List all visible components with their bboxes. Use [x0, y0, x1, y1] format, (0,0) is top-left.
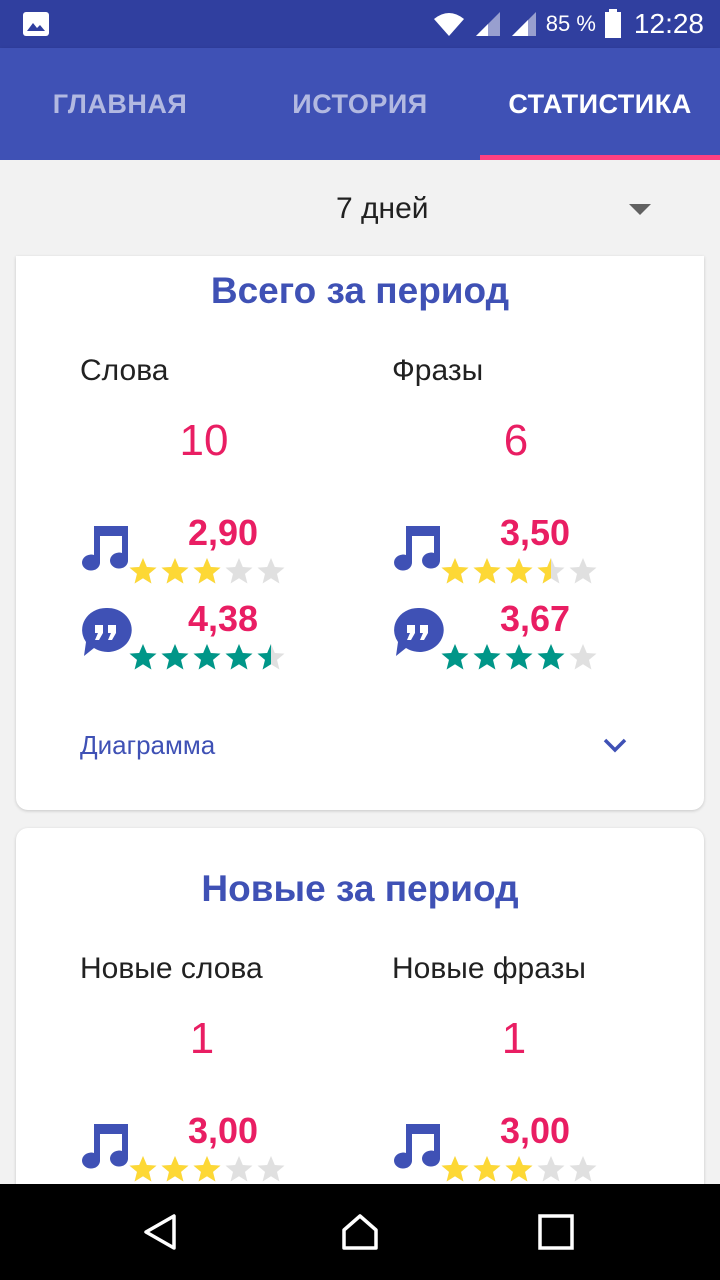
navigation-bar — [0, 1184, 720, 1280]
star-icon — [257, 644, 285, 670]
tab-history[interactable]: ИСТОРИЯ — [240, 48, 480, 160]
card-title: Всего за период — [210, 270, 510, 311]
battery-percent: 85 % — [545, 11, 596, 36]
wifi-icon — [433, 13, 464, 36]
star-icon — [505, 644, 533, 670]
star-icon — [441, 558, 469, 584]
star-icon — [441, 644, 469, 670]
tab-bar: ГЛАВНАЯ ИСТОРИЯ СТАТИСТИКА — [0, 48, 720, 160]
words-listening-score: 2,90 — [188, 512, 259, 553]
star-icon — [161, 644, 189, 670]
phrases-listening-stars — [440, 556, 598, 586]
clock: 12:28 — [633, 8, 704, 39]
signal-icon — [475, 12, 500, 36]
card-title: Новые за период — [201, 868, 519, 909]
star-empty-icon — [537, 1156, 565, 1182]
words-listening-stars — [128, 556, 286, 586]
new-phrases-count: 1 — [501, 1014, 527, 1063]
star-empty-icon — [569, 644, 597, 670]
music-note-icon — [394, 526, 441, 571]
music-note-icon — [82, 1124, 129, 1169]
star-icon — [129, 644, 157, 670]
battery-icon — [604, 9, 621, 38]
tab-statistics[interactable]: СТАТИСТИКА — [480, 48, 720, 160]
diagram-link[interactable]: Диаграмма — [80, 730, 215, 761]
new-phrases-label: Новые фразы — [392, 952, 586, 985]
tab-home[interactable]: ГЛАВНАЯ — [0, 48, 240, 160]
star-empty-icon — [569, 1156, 597, 1182]
phrases-label: Фразы — [392, 354, 484, 387]
words-speech-score: 4,38 — [188, 598, 259, 639]
star-icon — [193, 644, 221, 670]
back-icon[interactable] — [140, 1212, 180, 1252]
chevron-down-icon[interactable] — [600, 730, 630, 760]
new-words-listening-stars — [128, 1154, 286, 1184]
app-bar: ГЛАВНАЯ ИСТОРИЯ СТАТИСТИКА — [0, 48, 720, 160]
star-icon — [129, 1156, 157, 1182]
phrases-speech-score: 3,67 — [500, 598, 571, 639]
image-icon — [23, 12, 49, 36]
status-bar: 85 % 12:28 — [0, 0, 720, 48]
star-icon — [129, 558, 157, 584]
star-empty-icon — [257, 558, 285, 584]
star-icon — [505, 558, 533, 584]
star-icon — [473, 644, 501, 670]
music-note-icon — [82, 526, 129, 571]
star-icon — [161, 1156, 189, 1182]
star-icon — [161, 558, 189, 584]
new-words-count: 1 — [189, 1014, 215, 1063]
quote-bubble-icon — [394, 607, 444, 656]
quote-bubble-icon — [82, 607, 132, 656]
words-count: 10 — [179, 416, 229, 465]
phrases-count: 6 — [503, 416, 529, 465]
phrases-speech-stars — [440, 642, 598, 672]
signal-icon — [511, 12, 536, 36]
recents-icon[interactable] — [536, 1212, 576, 1252]
new-phrases-listening-score: 3,00 — [500, 1110, 571, 1151]
star-empty-icon — [257, 1156, 285, 1182]
words-label: Слова — [80, 354, 169, 387]
star-icon — [537, 558, 565, 584]
star-icon — [193, 558, 221, 584]
new-words-listening-score: 3,00 — [188, 1110, 259, 1151]
star-icon — [537, 644, 565, 670]
period-value: 7 дней — [336, 192, 429, 225]
dropdown-arrow-icon[interactable] — [629, 204, 651, 216]
words-speech-stars — [128, 642, 286, 672]
new-period-card: Новые за период Новые слова Новые фразы … — [16, 828, 704, 1228]
music-note-icon — [394, 1124, 441, 1169]
star-empty-icon — [225, 1156, 253, 1182]
star-icon — [505, 1156, 533, 1182]
star-icon — [473, 558, 501, 584]
star-icon — [193, 1156, 221, 1182]
star-empty-icon — [569, 558, 597, 584]
home-icon[interactable] — [340, 1212, 380, 1252]
star-empty-icon — [225, 558, 253, 584]
phrases-listening-score: 3,50 — [500, 512, 571, 553]
star-icon — [441, 1156, 469, 1182]
total-period-card: Всего за период Слова Фразы 10 6 2,90 4,… — [16, 256, 704, 810]
star-icon — [473, 1156, 501, 1182]
new-words-label: Новые слова — [80, 952, 263, 985]
star-icon — [225, 644, 253, 670]
period-selector[interactable]: 7 дней — [0, 160, 720, 256]
new-phrases-listening-stars — [440, 1154, 598, 1184]
